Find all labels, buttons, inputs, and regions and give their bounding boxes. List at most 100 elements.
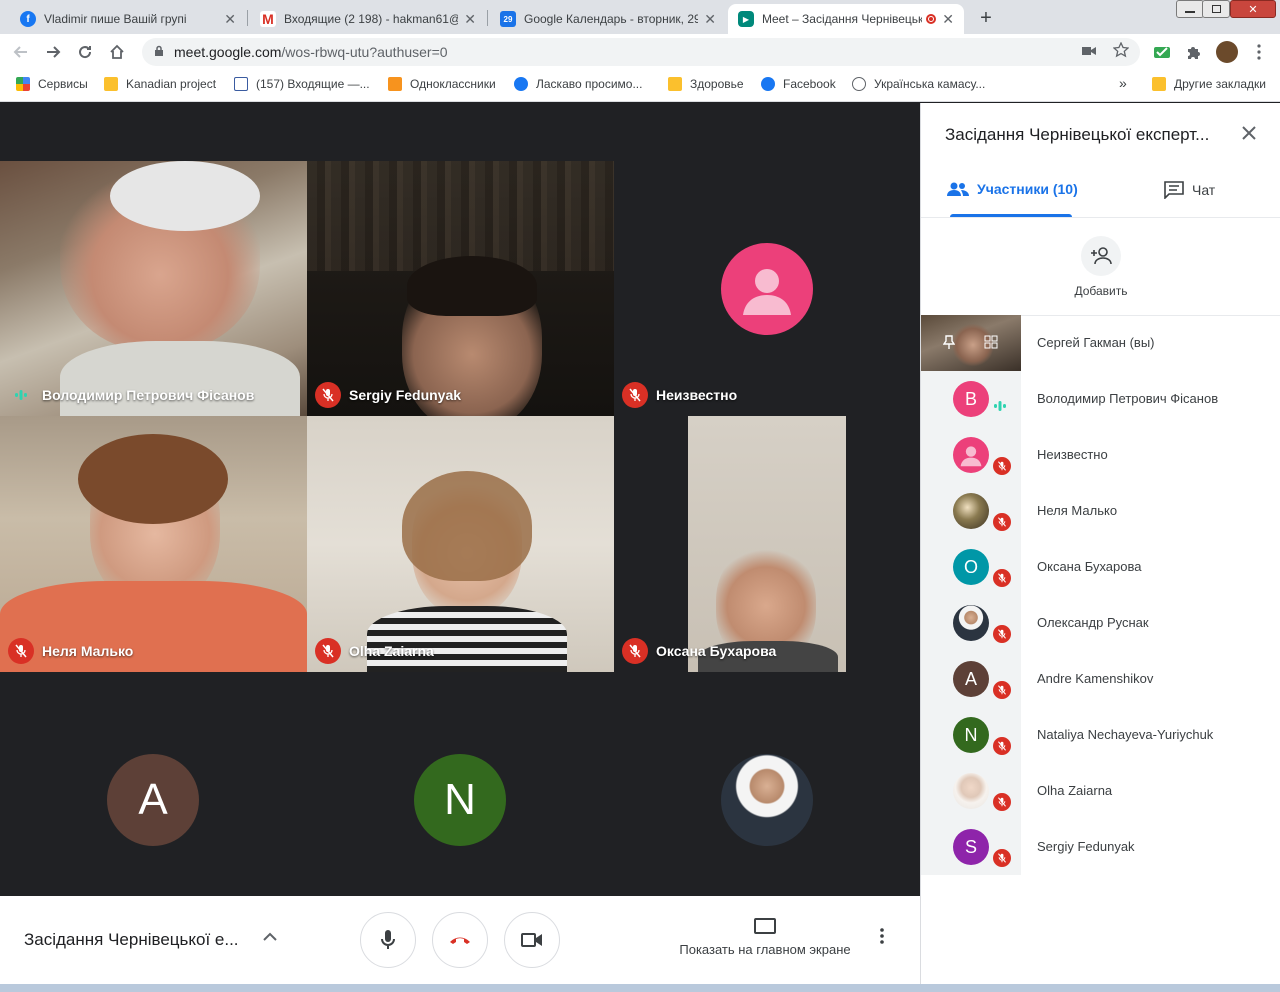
participant-avatar [953,437,989,473]
participant-row[interactable]: Неизвестно [921,427,1280,483]
participant-row[interactable]: Olha Zaiarna [921,763,1280,819]
bookmark-item[interactable]: (157) Входящие —... [234,77,370,91]
camera-button[interactable] [504,912,560,968]
close-icon[interactable]: ✕ [704,11,716,28]
mic-off-icon [8,638,34,664]
minimize-button[interactable] [1176,0,1204,18]
participant-name: Оксана Бухарова [1037,559,1142,574]
participant-tile[interactable]: Sergiy Fedunyak [307,161,614,416]
window-close-button[interactable]: ✕ [1230,0,1276,18]
mail-icon [234,77,248,91]
tab-chat[interactable]: Чат [1164,181,1215,199]
close-icon[interactable]: ✕ [942,11,954,28]
tab-gmail[interactable]: M Входящие (2 198) - hakman61@ ✕ [250,4,486,34]
back-button[interactable] [10,41,32,63]
add-people-label: Добавить [1074,284,1128,298]
close-icon[interactable] [1241,121,1257,147]
recording-icon [926,14,937,24]
participant-avatar: S [953,829,989,865]
home-button[interactable] [106,41,128,63]
participant-tile[interactable]: Оксана Бухарова [614,416,920,672]
participant-row[interactable]: A Andre Kamenshikov [921,651,1280,707]
chat-icon [1164,181,1184,199]
browser-menu-icon[interactable] [1248,41,1270,63]
participant-tile[interactable]: A [0,672,307,896]
add-people-button[interactable] [1081,236,1121,276]
participant-tile[interactable]: Olha Zaiarna [307,416,614,672]
participant-row[interactable]: В Володимир Петрович Фісанов [921,371,1280,427]
speaking-indicator-icon [8,382,34,408]
bookmark-star-icon[interactable] [1112,41,1130,62]
chevron-up-icon[interactable] [262,926,278,947]
participant-tile[interactable]: Неля Малько [0,416,307,672]
participant-video [0,416,307,672]
maximize-button[interactable] [1202,0,1230,18]
present-screen-button[interactable]: Показать на главном экране [670,918,860,957]
globe-icon [852,77,866,91]
more-options-button[interactable] [880,928,884,944]
close-icon[interactable]: ✕ [464,11,476,28]
bookmark-item[interactable]: Facebook [761,77,836,91]
bookmarks-overflow-button[interactable]: » [1119,75,1127,91]
grid-layout-icon[interactable] [984,335,998,354]
tab-label: Чат [1192,182,1216,198]
participant-avatar [953,773,989,809]
gmail-icon: M [260,11,276,27]
pin-icon[interactable] [942,335,956,354]
mic-off-icon [622,382,648,408]
profile-avatar[interactable] [1216,41,1238,63]
tab-facebook[interactable]: f Vladimir пише Вашій групі ✕ [10,4,246,34]
browser-tabstrip: f Vladimir пише Вашій групі ✕ M Входящие… [0,0,1280,34]
leave-call-button[interactable] [432,912,488,968]
participant-row[interactable]: N Nataliya Nechayeva-Yuriychuk [921,707,1280,763]
bookmark-item[interactable]: Українська камасу... [852,77,985,91]
mic-off-icon [991,791,1013,813]
participant-row[interactable]: О Оксана Бухарова [921,539,1280,595]
participant-row[interactable]: Олександр Руснак [921,595,1280,651]
bookmark-label: Сервисы [38,77,88,91]
os-taskbar [0,984,1280,992]
self-video-preview [921,315,1021,371]
participant-tile[interactable]: Володимир Петрович Фісанов [0,161,307,416]
tab-calendar[interactable]: 29 Google Календарь - вторник, 29 ✕ [490,4,726,34]
participant-tile[interactable]: N [307,672,614,896]
bookmark-item[interactable]: Kanadian project [104,77,216,91]
participant-tile[interactable] [614,672,920,896]
speaking-indicator-icon [993,399,1007,416]
reload-button[interactable] [74,41,96,63]
participant-tile[interactable]: Неизвестно [614,161,920,416]
camera-in-use-icon[interactable] [1082,44,1096,61]
participant-row[interactable]: Сергей Гакман (вы) [921,315,1280,371]
minimize-icon [1185,11,1195,13]
forward-button[interactable] [42,41,64,63]
new-tab-button[interactable]: + [972,6,1000,30]
url-path: /wos-rbwq-utu?authuser=0 [281,44,448,60]
address-bar[interactable]: meet.google.com/wos-rbwq-utu?authuser=0 [142,38,1140,66]
other-bookmarks[interactable]: Другие закладки [1152,77,1266,91]
bookmark-item[interactable]: Сервисы [16,77,88,91]
bookmark-item[interactable]: Ласкаво просимо... [514,77,642,91]
participant-avatar [953,605,989,641]
extensions-puzzle-icon[interactable] [1183,41,1205,63]
participant-row[interactable]: S Sergiy Fedunyak [921,819,1280,875]
bookmark-item[interactable]: Одноклассники [388,77,496,91]
bookmark-item[interactable]: Здоровье [668,77,744,91]
participant-avatar-cell: О [921,539,1021,595]
divider [921,217,1280,218]
tab-participants[interactable]: Участники (10) [947,181,1078,197]
participant-name: Володимир Петрович Фісанов [42,387,255,403]
participant-name: Olha Zaiarna [1037,783,1113,798]
participant-row[interactable]: Неля Малько [921,483,1280,539]
microphone-button[interactable] [360,912,416,968]
participant-namebar: Володимир Петрович Фісанов [8,382,254,408]
meeting-details-title[interactable]: Засідання Чернівецької е... [24,930,239,950]
meeting-controls-bar: Засідання Чернівецької е... Показать на … [0,896,920,984]
folder-icon [1152,77,1166,91]
mic-off-icon [991,679,1013,701]
bookmark-label: (157) Входящие —... [256,77,370,91]
hangup-icon [450,937,470,944]
extension-inbox-icon[interactable] [1151,41,1173,63]
close-icon[interactable]: ✕ [224,11,236,28]
tab-meet[interactable]: ▶ Meet – Засідання Чернівецьк ✕ [728,4,964,34]
participant-avatar: О [953,549,989,585]
